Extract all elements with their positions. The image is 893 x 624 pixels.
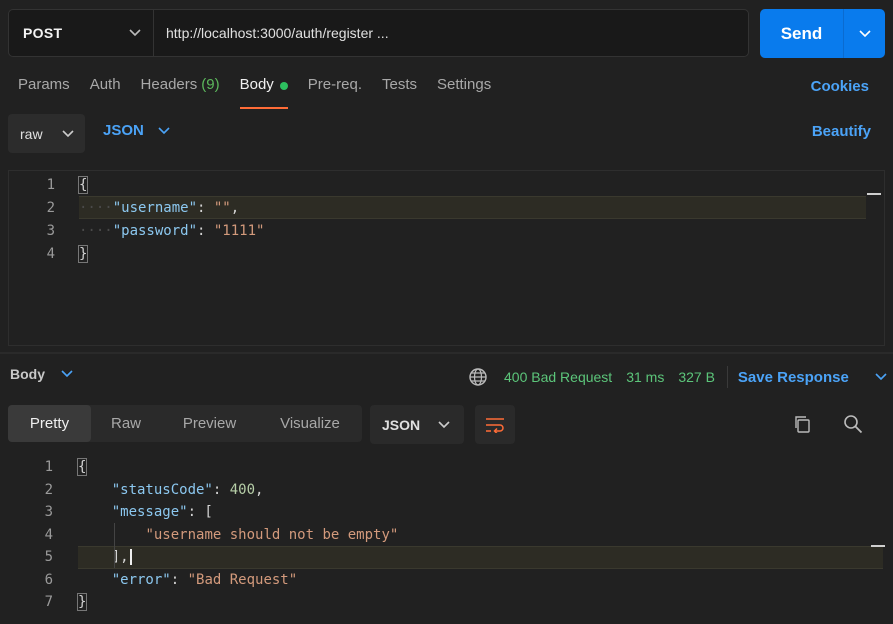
line-number: 2: [46, 199, 55, 216]
copy-icon: [795, 416, 810, 433]
line-number: 4: [44, 526, 53, 543]
response-size[interactable]: 327 B: [678, 369, 715, 385]
code-line: 7 }: [0, 591, 893, 614]
request-body-editor[interactable]: 1 { 2 ····"username": "", 3 ····"passwor…: [8, 170, 885, 346]
line-number: 4: [46, 245, 55, 262]
code-line: 6 "error": "Bad Request": [0, 569, 893, 592]
tab-tests[interactable]: Tests: [382, 76, 417, 112]
tab-auth[interactable]: Auth: [90, 76, 121, 112]
code-text: ],: [78, 549, 132, 566]
scroll-marker: [867, 193, 881, 195]
indent-guide: [114, 523, 115, 568]
code-text: "username should not be empty": [145, 526, 399, 543]
code-line: 3 "message": [: [0, 501, 893, 524]
tab-raw[interactable]: Raw: [91, 405, 161, 442]
line-number: 1: [44, 459, 53, 476]
line-number: 5: [44, 549, 53, 566]
code-line: 2 "statusCode": 400,: [0, 479, 893, 502]
send-button-group: Send: [760, 9, 885, 58]
tab-label: Body: [239, 76, 274, 93]
separator: [726, 366, 728, 388]
headers-count: (9): [201, 76, 220, 93]
method-label: POST: [23, 25, 63, 41]
request-bar: POST http://localhost:3000/auth/register…: [8, 9, 749, 57]
body-mode-select[interactable]: raw: [8, 114, 85, 153]
tab-label: Tests: [381, 76, 417, 93]
response-body-viewer[interactable]: 1 { 2 "statusCode": 400, 3 "message": [ …: [0, 456, 893, 624]
tab-headers[interactable]: Headers (9): [141, 76, 220, 112]
beautify-link[interactable]: Beautify: [812, 123, 871, 140]
method-select[interactable]: POST: [9, 10, 154, 56]
wrap-lines-icon: [486, 417, 504, 433]
line-number: 3: [44, 504, 53, 521]
code-text: {: [76, 458, 88, 477]
tab-preview[interactable]: Preview: [161, 405, 258, 442]
code-line: 4 }: [9, 242, 884, 265]
tab-visualize[interactable]: Visualize: [258, 405, 362, 442]
code-line: 1 {: [9, 173, 884, 196]
globe-icon[interactable]: [468, 367, 488, 387]
body-mode-label: raw: [20, 125, 43, 142]
code-text: ····"username": "",: [79, 199, 240, 216]
chevron-down-icon: [875, 373, 887, 381]
code-line: 1 {: [0, 456, 893, 479]
code-line: 2 ····"username": "",: [9, 193, 884, 219]
code-text: "error": "Bad Request": [111, 571, 298, 588]
tab-body[interactable]: Body: [239, 76, 289, 112]
modified-dot-icon: [279, 82, 288, 90]
cookies-link[interactable]: Cookies: [811, 78, 869, 95]
search-button[interactable]: [843, 414, 863, 437]
chevron-down-icon: [858, 29, 871, 37]
body-language-select[interactable]: JSON: [103, 122, 170, 139]
send-button[interactable]: Send: [760, 9, 844, 58]
chevron-down-icon: [129, 29, 141, 37]
status-text[interactable]: 400 Bad Request: [504, 369, 612, 385]
code-text: }: [76, 593, 88, 612]
send-options-button[interactable]: [844, 9, 885, 58]
chevron-down-icon: [438, 420, 450, 428]
code-text: "message": [: [111, 504, 213, 521]
body-language-label: JSON: [103, 122, 144, 139]
tab-params[interactable]: Params: [18, 76, 70, 112]
copy-button[interactable]: [792, 414, 812, 437]
response-body-label: Body: [10, 366, 45, 382]
tab-pretty[interactable]: Pretty: [8, 405, 91, 442]
tab-settings[interactable]: Settings: [437, 76, 491, 112]
code-line: 3 ····"password": "1111": [9, 219, 884, 242]
code-text: }: [77, 244, 89, 263]
code-text: ····"password": "1111": [79, 222, 265, 239]
scroll-marker: [871, 545, 885, 547]
tab-label: Pre-req.: [307, 76, 362, 93]
chevron-down-icon: [61, 370, 73, 378]
line-number: 1: [46, 176, 55, 193]
response-time[interactable]: 31 ms: [626, 369, 664, 385]
line-number: 2: [44, 481, 53, 498]
tab-pre-request[interactable]: Pre-req.: [308, 76, 362, 112]
line-number: 3: [46, 222, 55, 239]
response-format-label: JSON: [382, 416, 421, 433]
tab-label: Auth: [89, 76, 121, 93]
tab-label: Params: [18, 76, 70, 93]
chevron-down-icon: [158, 126, 170, 134]
response-view-tabs: Pretty Raw Preview Visualize: [8, 405, 362, 442]
line-number: 6: [44, 571, 53, 588]
code-text: {: [77, 175, 89, 194]
response-body-select[interactable]: Body: [10, 366, 73, 382]
response-meta: 400 Bad Request 31 ms 327 B Save Respons…: [468, 366, 887, 388]
response-format-select[interactable]: JSON: [370, 405, 464, 444]
code-line: 5 ],: [0, 545, 893, 569]
tab-label: Settings: [437, 76, 492, 93]
line-number: 7: [44, 594, 53, 611]
pane-divider[interactable]: [0, 352, 893, 354]
save-response-label: Save Response: [737, 368, 849, 386]
url-input[interactable]: http://localhost:3000/auth/register ...: [154, 25, 389, 41]
chevron-down-icon: [62, 129, 74, 137]
code-text: "statusCode": 400,: [111, 481, 264, 498]
code-line: 4 "username should not be empty": [0, 524, 893, 547]
search-icon: [844, 415, 863, 434]
tab-label: Headers: [140, 76, 198, 93]
save-response-button[interactable]: Save Response: [738, 369, 887, 386]
wrap-lines-button[interactable]: [475, 405, 515, 444]
request-tabs: Params Auth Headers (9) Body Pre-req. Tes…: [18, 76, 511, 112]
